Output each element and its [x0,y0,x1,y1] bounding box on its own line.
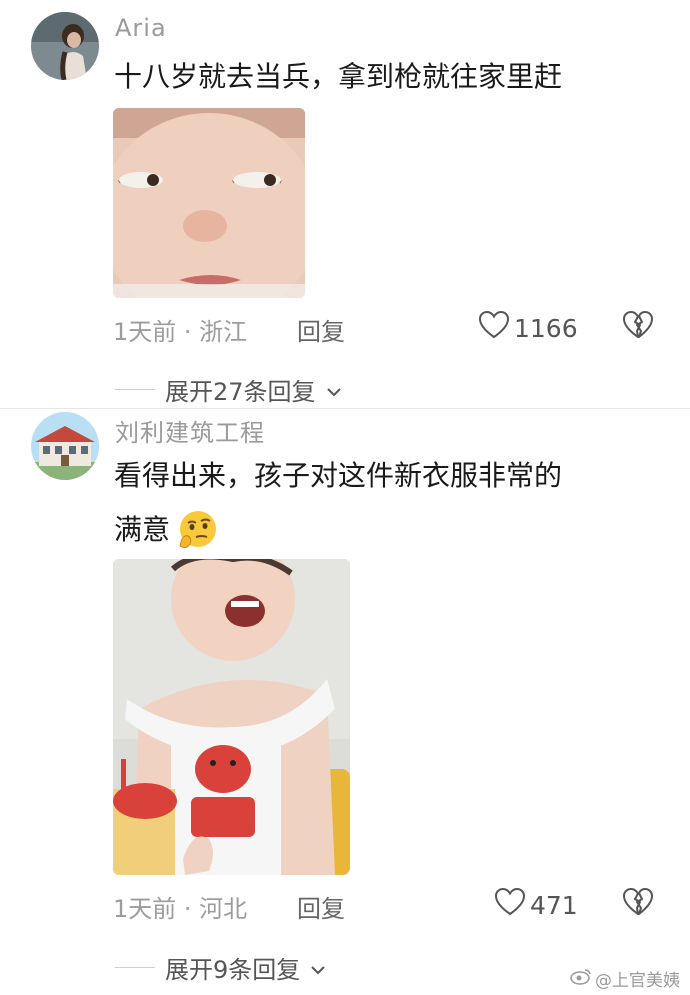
comment-text: 十八岁就去当兵，拿到枪就往家里赶 [114,60,563,93]
expand-replies[interactable]: 展开27条回复 [115,372,342,407]
watermark: @上官美姨 [570,966,680,991]
like-button[interactable]: 1166 [478,310,578,346]
chevron-down-icon [310,954,326,982]
like-button[interactable]: 471 [494,887,578,923]
like-count: 1166 [514,313,578,343]
expand-line [115,389,155,390]
expand-label: 展开9条回复 [165,956,301,984]
comment-text: 看得出来，孩子对这件新衣服非常的 [114,459,563,492]
reply-button[interactable]: 回复 [297,312,345,347]
comment-text-line2: 满意 [114,513,171,546]
comment-text: 满意 [114,501,218,559]
comment-item: Aria 十八岁就去当兵，拿到枪就往家里赶 1天前 · 浙江 回复 1166 展… [0,0,690,408]
expand-replies[interactable]: 展开9条回复 [115,950,326,985]
chevron-down-icon [326,376,342,404]
expand-label: 展开27条回复 [165,378,316,406]
reply-button[interactable]: 回复 [297,889,345,924]
comment-item: 刘利建筑工程 看得出来，孩子对这件新衣服非常的 满意 1天前 · 河北 回复 4… [0,409,690,995]
expand-line [115,967,155,968]
time-location: 1天前 · 浙江 [113,318,248,346]
reaction-image[interactable] [113,559,350,875]
time-location: 1天前 · 河北 [113,895,248,923]
weibo-logo-icon [570,967,592,990]
heart-icon [494,887,526,923]
heart-icon [478,310,510,346]
thinking-face-emoji [174,508,218,552]
username[interactable]: 刘利建筑工程 [115,413,265,448]
avatar[interactable] [31,412,99,480]
username[interactable]: Aria [115,14,167,42]
broken-heart-icon[interactable] [622,887,654,919]
watermark-text: @上官美姨 [595,971,680,991]
broken-heart-icon[interactable] [622,310,654,342]
avatar[interactable] [31,12,99,80]
reaction-image[interactable] [113,108,305,298]
like-count: 471 [530,890,578,920]
